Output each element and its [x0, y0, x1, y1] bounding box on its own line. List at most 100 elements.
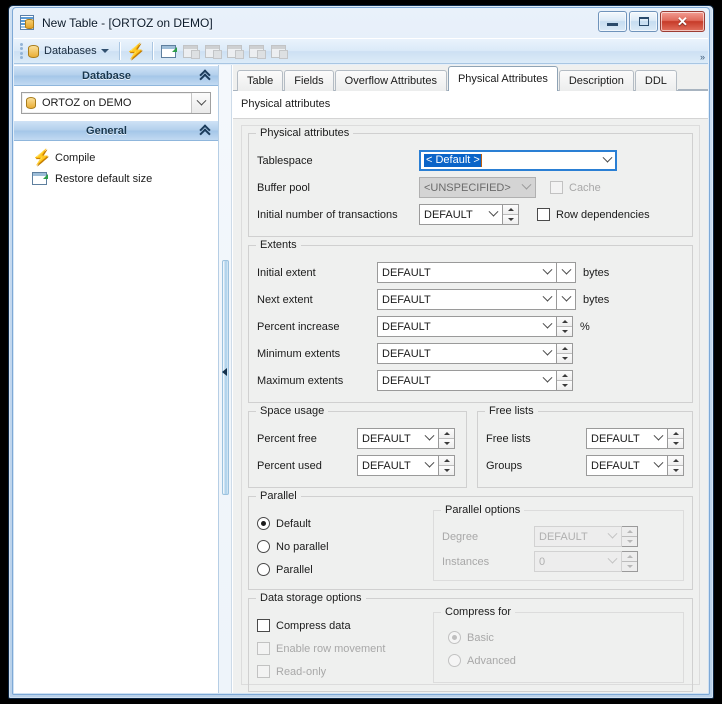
chevron-down-icon[interactable]	[485, 205, 502, 224]
spinner-down-icon[interactable]	[622, 537, 637, 546]
percent-used-spinner[interactable]	[439, 455, 455, 476]
percent-increase-spinner[interactable]	[557, 316, 573, 337]
spinner-down-icon[interactable]	[439, 466, 454, 475]
chevron-double-up-icon[interactable]	[199, 124, 212, 137]
next-extent-unit-dropdown[interactable]	[557, 289, 576, 310]
spinner-down-icon[interactable]	[622, 562, 637, 571]
sidebar-splitter[interactable]	[219, 65, 232, 693]
minimum-extents-spinner[interactable]	[557, 343, 573, 364]
percent-free-combo[interactable]: DEFAULT	[357, 428, 439, 449]
maximum-extents-combo[interactable]: DEFAULT	[377, 370, 557, 391]
chevron-down-icon[interactable]	[100, 49, 109, 53]
compile-lightning-icon[interactable]: ⚡	[125, 40, 147, 62]
spinner-up-icon[interactable]	[503, 205, 518, 215]
initial-transactions-combo[interactable]: DEFAULT	[419, 204, 503, 225]
minimum-extents-combo[interactable]: DEFAULT	[377, 343, 557, 364]
toolbar-grip[interactable]	[20, 43, 23, 59]
initial-extent-unit-dropdown[interactable]	[557, 262, 576, 283]
spinner-up-icon[interactable]	[668, 429, 683, 439]
spinner-up-icon[interactable]	[557, 344, 572, 354]
chevron-down-icon[interactable]	[518, 178, 535, 197]
spinner-up-icon[interactable]	[622, 527, 637, 537]
initial-transactions-spinner[interactable]	[503, 204, 519, 225]
spinner-down-icon[interactable]	[557, 327, 572, 336]
chevron-down-icon[interactable]	[421, 456, 438, 475]
chevron-down-icon[interactable]	[539, 263, 556, 282]
spinner-up-icon[interactable]	[439, 456, 454, 466]
checkbox-compress-data[interactable]: Compress data	[257, 614, 433, 637]
buffer-pool-combo[interactable]: <UNSPECIFIED>	[419, 177, 536, 198]
free-lists-spinner[interactable]	[668, 428, 684, 449]
tab-table[interactable]: Table	[237, 70, 284, 91]
spinner-up-icon[interactable]	[439, 429, 454, 439]
tab-fields[interactable]: Fields	[284, 70, 334, 91]
instances-combo[interactable]: 0	[534, 551, 622, 572]
groups-combo[interactable]: DEFAULT	[586, 455, 668, 476]
tab-ddl[interactable]: DDL	[634, 70, 677, 91]
checkbox-read-only[interactable]: Read-only	[257, 660, 433, 683]
spinner-up-icon[interactable]	[557, 371, 572, 381]
group-space-usage: Space usage Percent free DEFAULT Percent…	[248, 405, 467, 488]
percent-used-combo[interactable]: DEFAULT	[357, 455, 439, 476]
radio-compress-advanced[interactable]: Advanced	[448, 649, 675, 672]
instances-label: Instances	[442, 555, 490, 568]
spinner-up-icon[interactable]	[668, 456, 683, 466]
minimize-button[interactable]	[598, 11, 627, 32]
chevron-down-icon[interactable]	[650, 429, 667, 448]
radio-compress-basic[interactable]: Basic	[448, 626, 675, 649]
databases-button-label[interactable]: Databases	[44, 45, 97, 57]
row-buffer-pool: Buffer pool <UNSPECIFIED> Cache	[257, 174, 684, 201]
toolbar-overflow-icon[interactable]: »	[700, 52, 705, 62]
radio-parallel-default[interactable]: Default	[257, 512, 433, 535]
spinner-down-icon[interactable]	[668, 466, 683, 475]
spinner-down-icon[interactable]	[439, 439, 454, 448]
spinner-up-icon[interactable]	[622, 552, 637, 562]
next-extent-combo[interactable]: DEFAULT	[377, 289, 557, 310]
sidebar-section-general-header[interactable]: General	[14, 120, 218, 141]
spinner-down-icon[interactable]	[557, 381, 572, 390]
groups-spinner[interactable]	[668, 455, 684, 476]
radio-no-parallel[interactable]: No parallel	[257, 535, 433, 558]
sidebar-item-compile[interactable]: ⚡ Compile	[14, 147, 218, 168]
maximum-extents-spinner[interactable]	[557, 370, 573, 391]
sidebar-action-list: ⚡ Compile Restore default size	[14, 141, 218, 693]
free-lists-combo[interactable]: DEFAULT	[586, 428, 668, 449]
spinner-down-icon[interactable]	[503, 215, 518, 224]
tab-overflow-attributes[interactable]: Overflow Attributes	[334, 70, 447, 91]
chevron-down-icon[interactable]	[604, 552, 621, 571]
chevron-double-up-icon[interactable]	[199, 69, 212, 82]
cache-checkbox[interactable]: Cache	[550, 181, 601, 194]
maximize-button[interactable]	[629, 11, 658, 32]
close-button[interactable]: ✕	[660, 11, 705, 32]
chevron-down-icon[interactable]	[539, 317, 556, 336]
spinner-down-icon[interactable]	[557, 354, 572, 363]
spinner-up-icon[interactable]	[557, 317, 572, 327]
initial-extent-combo[interactable]: DEFAULT	[377, 262, 557, 283]
chevron-down-icon[interactable]	[650, 456, 667, 475]
spinner-down-icon[interactable]	[668, 439, 683, 448]
chevron-left-icon[interactable]	[222, 368, 227, 376]
radio-parallel[interactable]: Parallel	[257, 558, 433, 581]
instances-spinner[interactable]	[622, 551, 638, 572]
sidebar-section-database-header[interactable]: Database	[14, 65, 218, 86]
degree-spinner[interactable]	[622, 526, 638, 547]
tablespace-combo[interactable]: < Default >	[419, 150, 617, 171]
percent-free-spinner[interactable]	[439, 428, 455, 449]
checkbox-enable-row-movement[interactable]: Enable row movement	[257, 637, 433, 660]
database-select[interactable]: ORTOZ on DEMO	[21, 92, 211, 114]
restore-default-size-icon[interactable]	[158, 40, 180, 62]
chevron-down-icon[interactable]	[539, 290, 556, 309]
chevron-down-icon[interactable]	[604, 527, 621, 546]
sidebar-item-restore-default-size[interactable]: Restore default size	[14, 168, 218, 189]
chevron-down-icon[interactable]	[539, 371, 556, 390]
row-dependencies-checkbox[interactable]: Row dependencies	[537, 208, 650, 221]
chevron-down-icon[interactable]	[539, 344, 556, 363]
chevron-down-icon[interactable]	[421, 429, 438, 448]
tab-description[interactable]: Description	[558, 70, 634, 91]
tab-physical-attributes[interactable]: Physical Attributes	[447, 66, 558, 91]
chevron-down-icon[interactable]	[191, 93, 210, 113]
chevron-down-icon[interactable]	[599, 151, 616, 170]
splitter-handle[interactable]	[222, 260, 229, 495]
percent-increase-combo[interactable]: DEFAULT	[377, 316, 557, 337]
degree-combo[interactable]: DEFAULT	[534, 526, 622, 547]
